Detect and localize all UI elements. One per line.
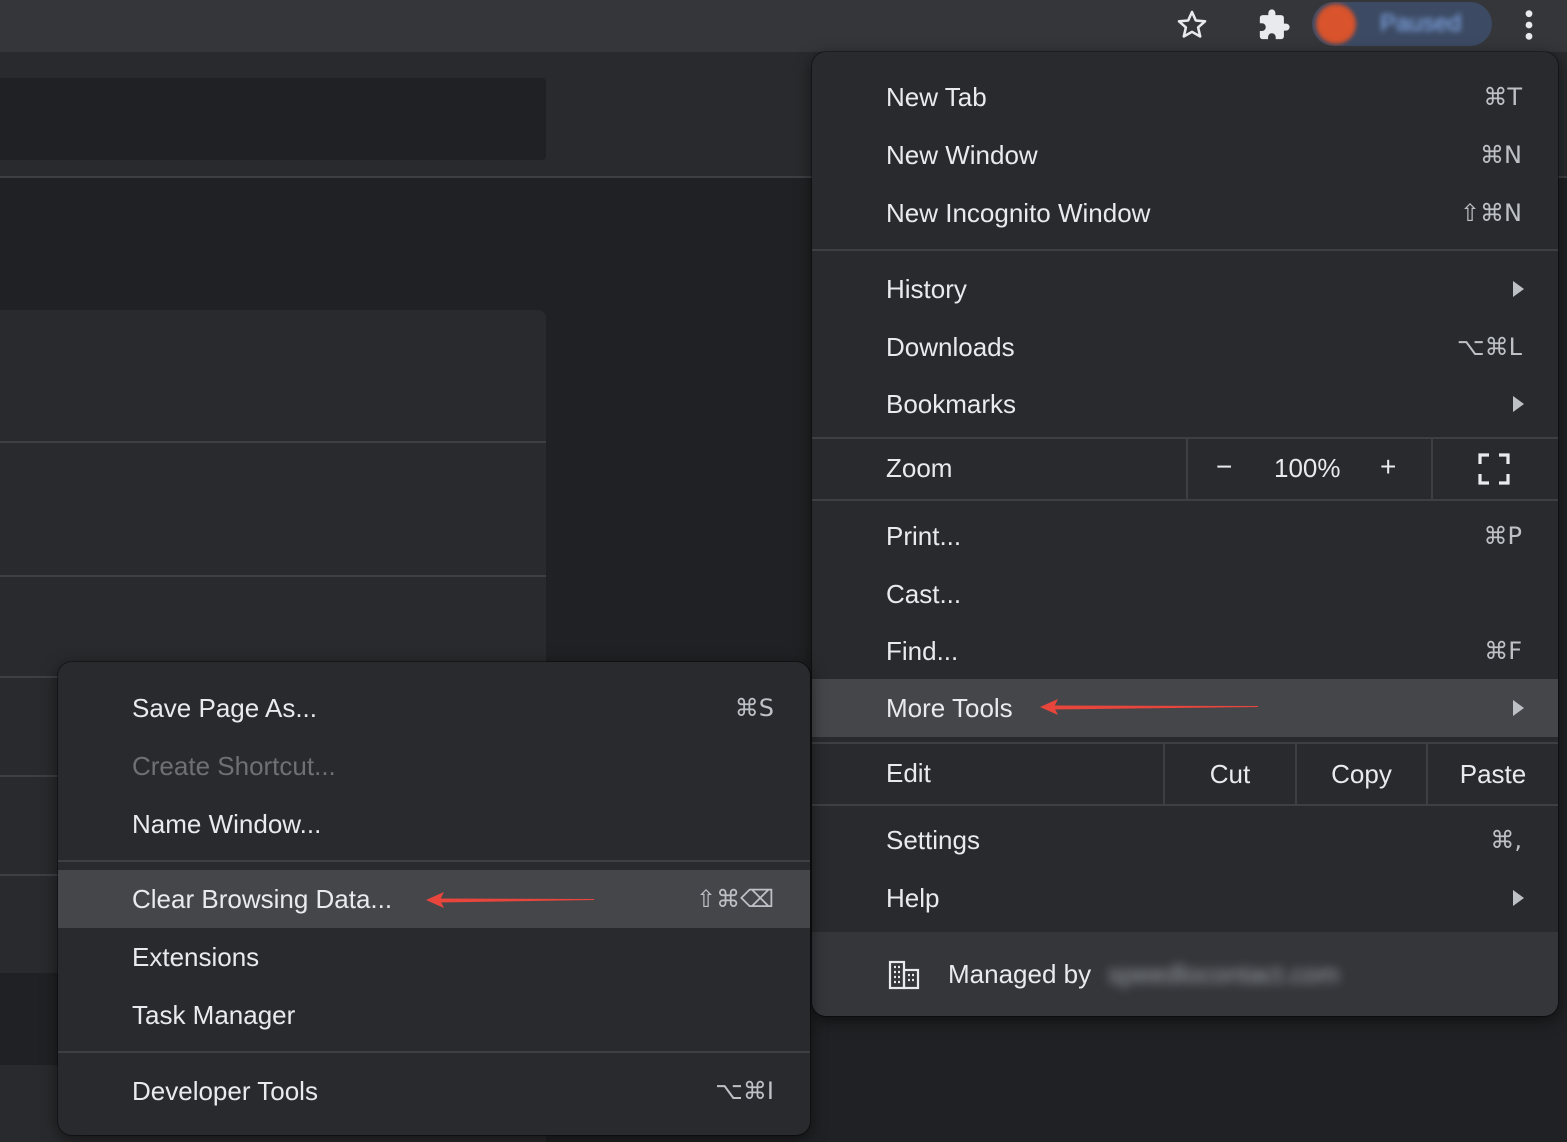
menu-item-settings[interactable]: Settings ⌘,	[812, 811, 1558, 869]
profile-button[interactable]: Paused	[1312, 2, 1492, 46]
menu-separator	[58, 860, 810, 862]
chrome-main-menu: New Tab ⌘T New Window ⌘N New Incognito W…	[812, 52, 1558, 1016]
zoom-label: Zoom	[886, 453, 953, 483]
menu-item-shortcut: ⌘T	[1483, 83, 1522, 111]
menu-item-label: Save Page As...	[132, 692, 318, 723]
menu-item-label: Help	[886, 882, 940, 913]
menu-separator	[812, 804, 1558, 806]
fullscreen-icon[interactable]	[1478, 453, 1510, 485]
zoom-divider	[1186, 439, 1188, 499]
managed-by-footer[interactable]: Managed by speedlocontact.com	[812, 932, 1558, 1016]
menu-item-label: Name Window...	[132, 808, 322, 839]
menu-item-label: Find...	[886, 635, 959, 666]
submenu-item-extensions[interactable]: Extensions	[58, 928, 810, 986]
menu-item-downloads[interactable]: Downloads ⌥⌘L	[812, 318, 1558, 376]
managed-by-domain: speedlocontact.com	[1108, 958, 1340, 989]
menu-item-label: New Tab	[886, 81, 987, 112]
edit-row: Edit Cut Copy Paste	[812, 744, 1558, 804]
edit-label: Edit	[886, 758, 931, 788]
menu-item-find[interactable]: Find... ⌘F	[812, 622, 1558, 680]
building-icon	[888, 960, 920, 995]
submenu-arrow-icon	[1513, 890, 1524, 906]
menu-item-label: Print...	[886, 520, 962, 551]
puzzle-icon[interactable]	[1254, 5, 1294, 45]
menu-item-shortcut: ⌘F	[1484, 637, 1522, 665]
menu-item-shortcut: ⇧⌘⌫	[695, 885, 774, 913]
submenu-arrow-icon	[1513, 281, 1524, 297]
zoom-in-button[interactable]: +	[1380, 451, 1396, 483]
menu-item-shortcut: ⇧⌘N	[1459, 199, 1522, 227]
submenu-item-save-page-as[interactable]: Save Page As... ⌘S	[58, 679, 810, 737]
annotation-arrow-icon	[426, 892, 594, 908]
zoom-level: 100%	[1274, 453, 1341, 483]
menu-item-label: Cast...	[886, 578, 962, 609]
copy-button[interactable]: Copy	[1297, 744, 1426, 804]
menu-separator	[812, 499, 1558, 501]
zoom-out-button[interactable]: −	[1216, 451, 1232, 483]
menu-item-label: History	[886, 273, 967, 304]
submenu-arrow-icon	[1513, 700, 1524, 716]
menu-item-label: Bookmarks	[886, 388, 1017, 419]
menu-item-label: Settings	[886, 824, 980, 855]
managed-by-label: Managed by	[948, 958, 1092, 989]
menu-item-help[interactable]: Help	[812, 869, 1558, 927]
menu-item-new-window[interactable]: New Window ⌘N	[812, 126, 1558, 184]
kebab-icon[interactable]	[1509, 5, 1549, 45]
zoom-row: Zoom − 100% +	[812, 439, 1558, 499]
menu-item-label: Extensions	[132, 941, 260, 972]
menu-item-new-incognito-window[interactable]: New Incognito Window ⇧⌘N	[812, 184, 1558, 242]
menu-item-shortcut: ⌘,	[1490, 826, 1522, 854]
menu-item-bookmarks[interactable]: Bookmarks	[812, 375, 1558, 433]
avatar	[1316, 4, 1356, 44]
menu-item-label: New Incognito Window	[886, 197, 1151, 228]
submenu-item-create-shortcut: Create Shortcut...	[58, 737, 810, 795]
menu-item-shortcut: ⌥⌘I	[715, 1077, 774, 1105]
menu-item-shortcut: ⌘N	[1480, 141, 1522, 169]
submenu-item-name-window[interactable]: Name Window...	[58, 795, 810, 853]
menu-item-label: Create Shortcut...	[132, 750, 336, 781]
cut-button[interactable]: Cut	[1165, 744, 1295, 804]
menu-item-shortcut: ⌘P	[1483, 522, 1522, 550]
menu-item-shortcut: ⌘S	[734, 694, 774, 722]
browser-toolbar: Paused	[0, 0, 1567, 52]
star-icon[interactable]	[1172, 5, 1212, 45]
menu-item-label: New Window	[886, 139, 1038, 170]
menu-item-label: Task Manager	[132, 999, 296, 1030]
submenu-item-task-manager[interactable]: Task Manager	[58, 986, 810, 1044]
menu-item-shortcut: ⌥⌘L	[1456, 333, 1522, 361]
zoom-divider	[1431, 439, 1433, 499]
paste-button[interactable]: Paste	[1428, 744, 1558, 804]
menu-item-label: Downloads	[886, 331, 1015, 362]
menu-item-label: More Tools	[886, 692, 1013, 723]
profile-status-label: Paused	[1380, 10, 1462, 37]
address-bar[interactable]	[0, 78, 546, 160]
submenu-arrow-icon	[1513, 396, 1524, 412]
menu-item-print[interactable]: Print... ⌘P	[812, 507, 1558, 565]
menu-separator	[58, 1051, 810, 1053]
menu-separator	[812, 249, 1558, 251]
menu-item-label: Clear Browsing Data...	[132, 883, 393, 914]
menu-item-cast[interactable]: Cast...	[812, 565, 1558, 623]
annotation-arrow-icon	[1040, 699, 1258, 715]
submenu-item-developer-tools[interactable]: Developer Tools ⌥⌘I	[58, 1062, 810, 1120]
menu-item-history[interactable]: History	[812, 260, 1558, 318]
menu-item-new-tab[interactable]: New Tab ⌘T	[812, 68, 1558, 126]
menu-item-label: Developer Tools	[132, 1075, 318, 1106]
